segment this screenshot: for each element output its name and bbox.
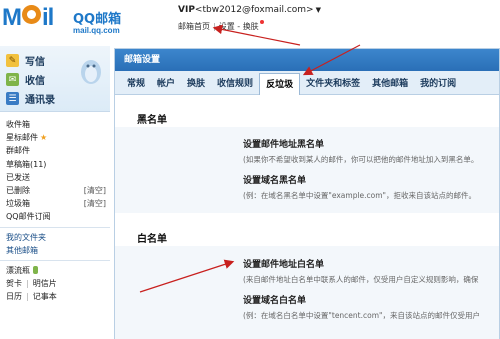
contacts-icon: ☰ bbox=[6, 92, 19, 105]
domain-whitelist-desc: (例：在域名白名单中设置"tencent.com"，来自该站点的邮件仅受用户 bbox=[243, 311, 480, 320]
clear-spam-button[interactable]: [清空] bbox=[84, 197, 106, 210]
divider bbox=[0, 259, 110, 261]
folder-spam[interactable]: 垃圾箱 [清空] bbox=[0, 197, 110, 210]
tab-antispam[interactable]: 反垃圾 bbox=[259, 73, 301, 95]
settings-tabs: 常规 帐户 换肤 收信规则 反垃圾 文件夹和标签 其他邮箱 我的订阅 bbox=[115, 71, 499, 95]
account-info[interactable]: VIP<tbw2012@foxmail.com> ▼ bbox=[178, 5, 321, 15]
domain-blacklist-desc: (例：在域名黑名单中设置"example.com"，拒收来自该站点的邮件。 bbox=[243, 191, 477, 200]
tab-account[interactable]: 帐户 bbox=[151, 74, 181, 94]
folder-starred[interactable]: 星标邮件 ★ bbox=[0, 131, 110, 144]
folder-deleted[interactable]: 已删除 [清空] bbox=[0, 184, 110, 197]
link-skin[interactable]: 换肤 bbox=[243, 22, 259, 31]
logo-o-icon bbox=[22, 5, 41, 24]
folder-list: 收件箱 星标邮件 ★ 群邮件 草稿箱(11) 已发送 已删除 [清空] 垃圾箱 [清空… bbox=[0, 112, 110, 303]
address-blacklist-desc: (如果你不希望收到某人的邮件，你可以把他的邮件地址加入到黑名单。 bbox=[243, 155, 479, 164]
address-blacklist-link[interactable]: 设置邮件地址黑名单 bbox=[243, 137, 324, 150]
account-email: <tbw2012@foxmail.com> bbox=[194, 5, 314, 15]
pencil-icon: ✎ bbox=[6, 54, 19, 67]
tab-folders-labels[interactable]: 文件夹和标签 bbox=[300, 74, 366, 94]
qq-penguin-icon bbox=[81, 60, 101, 84]
other-mailboxes-link[interactable]: 其他邮箱 bbox=[0, 244, 110, 257]
link-settings[interactable]: 设置 bbox=[219, 22, 235, 31]
folder-drafts[interactable]: 草稿箱(11) bbox=[0, 158, 110, 171]
receive-button[interactable]: ✉ 收信 bbox=[6, 71, 45, 88]
link-mail-home[interactable]: 邮箱首页 bbox=[178, 22, 210, 31]
logo-domain: mail.qq.com bbox=[73, 26, 120, 35]
qqmail-logo[interactable]: Mil QQ邮箱 mail.qq.com bbox=[2, 4, 122, 40]
header: Mil QQ邮箱 mail.qq.com VIP<tbw2012@foxmail… bbox=[0, 0, 500, 46]
write-button[interactable]: ✎ 写信 bbox=[6, 52, 45, 69]
blacklist-heading: 黑名单 bbox=[137, 115, 167, 126]
sidebar: ✎ 写信 ✉ 收信 ☰ 通讯录 收件箱 星标邮件 ★ 群邮件 草稿箱(11) 已发送 已… bbox=[0, 46, 110, 339]
contacts-button[interactable]: ☰ 通讯录 bbox=[6, 90, 55, 107]
folder-inbox[interactable]: 收件箱 bbox=[0, 118, 110, 131]
tab-skin[interactable]: 换肤 bbox=[181, 74, 211, 94]
address-whitelist-desc: (来自邮件地址白名单中联系人的邮件，仅受用户自定义规则影响，确保 bbox=[243, 275, 479, 284]
logo-mail-wordmark: Mil bbox=[2, 4, 54, 31]
settings-panel: 邮箱设置 常规 帐户 换肤 收信规则 反垃圾 文件夹和标签 其他邮箱 我的订阅 … bbox=[114, 48, 500, 339]
postcard-link[interactable]: 明信片 bbox=[33, 279, 57, 288]
logo-qq-text: QQ邮箱 bbox=[73, 12, 122, 27]
folder-group[interactable]: 群邮件 bbox=[0, 144, 110, 157]
tab-other-mailboxes[interactable]: 其他邮箱 bbox=[366, 74, 414, 94]
star-icon: ★ bbox=[40, 133, 48, 143]
chevron-down-icon[interactable]: ▼ bbox=[316, 6, 321, 14]
calendar-link[interactable]: 日历 bbox=[6, 292, 22, 301]
whitelist-heading: 白名单 bbox=[137, 234, 167, 245]
new-dot-icon bbox=[259, 20, 264, 24]
domain-whitelist-link[interactable]: 设置域名白名单 bbox=[243, 293, 306, 306]
tab-subscriptions[interactable]: 我的订阅 bbox=[414, 74, 462, 94]
settings-title: 邮箱设置 bbox=[115, 49, 499, 71]
folder-sent[interactable]: 已发送 bbox=[0, 171, 110, 184]
vip-badge: VIP bbox=[178, 5, 195, 15]
folder-subscriptions[interactable]: QQ邮件订阅 bbox=[0, 210, 110, 223]
tools-row: 日历 | 记事本 bbox=[6, 292, 57, 302]
tab-rules[interactable]: 收信规则 bbox=[211, 74, 259, 94]
quick-actions: ✎ 写信 ✉ 收信 ☰ 通讯录 bbox=[0, 46, 110, 112]
greeting-card-link[interactable]: 贺卡 bbox=[6, 279, 22, 288]
clear-deleted-button[interactable]: [清空] bbox=[84, 184, 106, 197]
top-links: 邮箱首页 | 设置 - 换肤 bbox=[178, 20, 264, 32]
my-folders-toggle[interactable]: 我的文件夹 bbox=[0, 231, 110, 244]
address-whitelist-link[interactable]: 设置邮件地址白名单 bbox=[243, 257, 324, 270]
inbox-icon: ✉ bbox=[6, 73, 19, 86]
drift-bottle-link[interactable]: 漂流瓶 bbox=[0, 264, 110, 277]
bottle-icon bbox=[33, 265, 38, 274]
tab-general[interactable]: 常规 bbox=[121, 74, 151, 94]
domain-blacklist-link[interactable]: 设置域名黑名单 bbox=[243, 173, 306, 186]
divider bbox=[0, 226, 110, 228]
notes-link[interactable]: 记事本 bbox=[33, 292, 57, 301]
cards-row: 贺卡 | 明信片 bbox=[6, 279, 57, 289]
